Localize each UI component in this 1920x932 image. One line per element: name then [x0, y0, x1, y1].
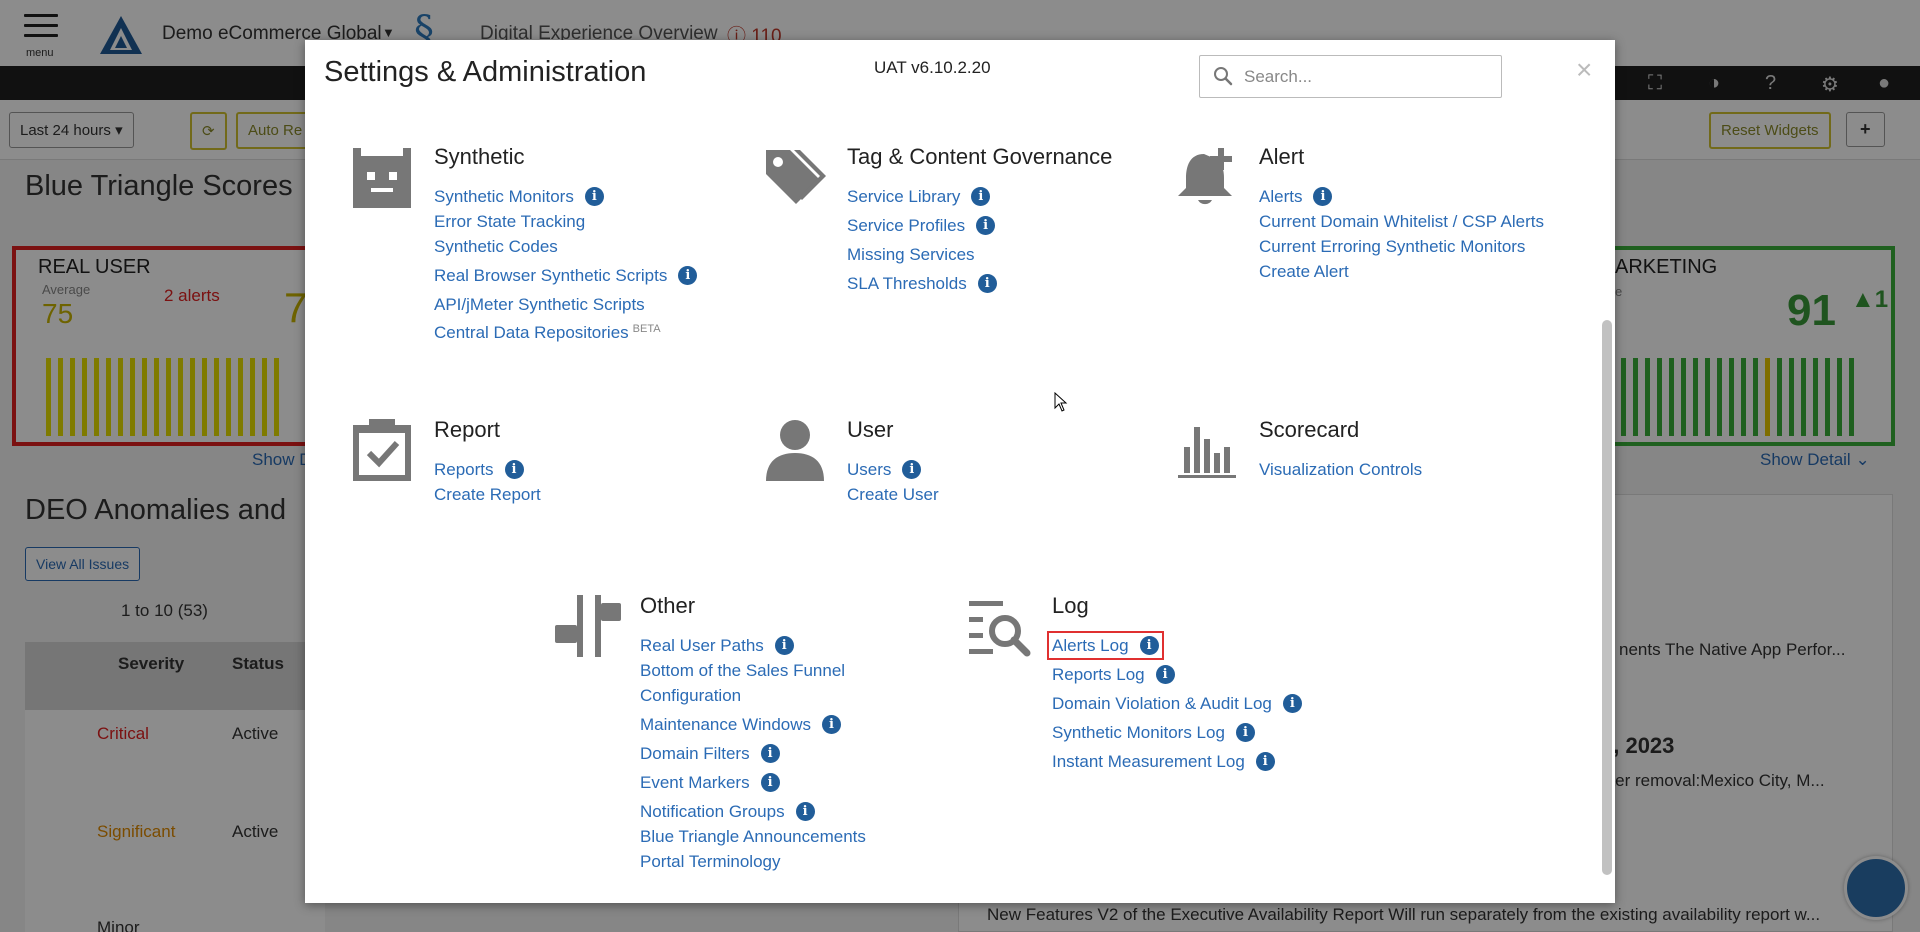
- section-title: Log: [1052, 593, 1089, 618]
- alert-links: Alerts i Current Domain Whitelist / CSP A…: [1259, 184, 1615, 284]
- modal-scrollbar[interactable]: [1602, 320, 1612, 875]
- section-title: Scorecard: [1259, 417, 1360, 442]
- info-icon[interactable]: i: [504, 460, 524, 479]
- central-data-repositories-link[interactable]: Central Data Repositories BETA: [434, 317, 834, 345]
- section-title: Other: [640, 593, 696, 618]
- info-icon[interactable]: i: [584, 187, 604, 206]
- link-label: Reports Log: [1052, 665, 1145, 684]
- link-label: Central Data Repositories: [434, 323, 629, 342]
- link-label: Reports: [434, 460, 494, 479]
- instant-measurement-log-link[interactable]: Instant Measurement Log i: [1052, 749, 1452, 774]
- beta-badge: BETA: [632, 323, 661, 335]
- mouse-cursor-icon: [1054, 392, 1068, 412]
- maintenance-windows-link[interactable]: Maintenance Windows i: [640, 712, 1040, 737]
- info-icon[interactable]: i: [1255, 752, 1275, 771]
- info-icon[interactable]: i: [795, 802, 815, 821]
- log-links: Alerts Log i Reports Log i Domain Violatio…: [1047, 631, 1452, 774]
- info-icon[interactable]: i: [1282, 694, 1302, 713]
- info-icon[interactable]: i: [678, 266, 698, 285]
- alerts-link[interactable]: Alerts i: [1259, 184, 1615, 209]
- link-label: SLA Thresholds: [847, 274, 967, 293]
- info-icon[interactable]: i: [760, 744, 780, 763]
- link-label: Notification Groups: [640, 802, 785, 821]
- bar-chart-icon: [1178, 427, 1236, 478]
- sla-thresholds-link[interactable]: SLA Thresholds i: [847, 271, 1247, 296]
- domain-filters-link[interactable]: Domain Filters i: [640, 741, 1040, 766]
- erroring-synthetic-monitors-link[interactable]: Current Erroring Synthetic Monitors: [1259, 234, 1615, 259]
- api-jmeter-scripts-link[interactable]: API/jMeter Synthetic Scripts: [434, 292, 834, 317]
- link-label: Synthetic Monitors: [434, 187, 574, 206]
- link-label: Domain Filters: [640, 744, 750, 763]
- link-label: Maintenance Windows: [640, 715, 812, 734]
- robot-icon: [353, 148, 411, 208]
- search-icon: [1214, 67, 1233, 86]
- visualization-controls-link[interactable]: Visualization Controls: [1259, 457, 1615, 482]
- info-icon[interactable]: i: [774, 636, 794, 655]
- service-profiles-link[interactable]: Service Profiles i: [847, 213, 1247, 238]
- link-label: Instant Measurement Log: [1052, 752, 1245, 771]
- info-icon[interactable]: i: [1313, 187, 1333, 206]
- missing-services-link[interactable]: Missing Services: [847, 242, 1247, 267]
- scorecard-links: Visualization Controls: [1259, 457, 1615, 482]
- link-label: Service Library: [847, 187, 961, 206]
- sliders-icon: [555, 595, 621, 657]
- search-input[interactable]: [1244, 56, 1494, 97]
- error-state-tracking-link[interactable]: Error State Tracking: [434, 209, 834, 234]
- section-title: Report: [434, 417, 501, 442]
- version-label: UAT v6.10.2.20: [874, 58, 991, 77]
- alerts-log-link[interactable]: Alerts Log i: [1047, 631, 1452, 660]
- domain-whitelist-link[interactable]: Current Domain Whitelist / CSP Alerts: [1259, 209, 1615, 234]
- info-icon[interactable]: i: [1155, 665, 1175, 684]
- event-markers-link[interactable]: Event Markers i: [640, 770, 1040, 795]
- info-icon[interactable]: i: [976, 216, 996, 235]
- tags-icon: [766, 150, 826, 204]
- section-title: User: [847, 417, 894, 442]
- settings-modal: Settings & Administration UAT v6.10.2.20…: [305, 40, 1615, 903]
- link-label: Alerts Log: [1052, 636, 1129, 655]
- portal-terminology-link[interactable]: Portal Terminology: [640, 849, 1040, 874]
- bell-plus-icon: [1178, 148, 1232, 205]
- info-icon[interactable]: i: [977, 274, 997, 293]
- close-icon[interactable]: ×: [1576, 56, 1592, 84]
- other-links: Real User Paths i Bottom of the Sales Fun…: [640, 633, 1040, 874]
- user-icon: [766, 420, 824, 481]
- info-icon[interactable]: i: [760, 773, 780, 792]
- reports-log-link[interactable]: Reports Log i: [1052, 662, 1452, 687]
- link-label: Domain Violation & Audit Log: [1052, 694, 1272, 713]
- link-label: Real Browser Synthetic Scripts: [434, 266, 668, 285]
- info-icon[interactable]: i: [1235, 723, 1255, 742]
- create-alert-link[interactable]: Create Alert: [1259, 259, 1615, 284]
- highlighted-alerts-log[interactable]: Alerts Log i: [1047, 631, 1164, 660]
- link-label: Synthetic Monitors Log: [1052, 723, 1225, 742]
- notification-groups-link[interactable]: Notification Groups i: [640, 799, 1040, 824]
- configuration-link[interactable]: Configuration: [640, 683, 1040, 708]
- link-label: Real User Paths: [640, 636, 764, 655]
- clipboard-check-icon: [353, 419, 411, 481]
- info-icon[interactable]: i: [902, 460, 922, 479]
- announcements-link[interactable]: Blue Triangle Announcements: [640, 824, 1040, 849]
- info-icon[interactable]: i: [822, 715, 842, 734]
- synthetic-monitors-log-link[interactable]: Synthetic Monitors Log i: [1052, 720, 1452, 745]
- link-label: Service Profiles: [847, 216, 966, 235]
- info-icon[interactable]: i: [1139, 636, 1159, 655]
- link-label: Users: [847, 460, 892, 479]
- sales-funnel-link[interactable]: Bottom of the Sales Funnel: [640, 658, 1040, 683]
- real-browser-scripts-link[interactable]: Real Browser Synthetic Scripts i: [434, 263, 834, 288]
- link-label: Event Markers: [640, 773, 750, 792]
- domain-violation-audit-log-link[interactable]: Domain Violation & Audit Log i: [1052, 691, 1452, 716]
- section-title: Alert: [1259, 144, 1305, 169]
- section-title: Synthetic: [434, 144, 525, 169]
- info-icon[interactable]: i: [971, 187, 991, 206]
- link-label: Alerts: [1259, 187, 1303, 206]
- create-user-link[interactable]: Create User: [847, 482, 1247, 507]
- log-search-icon: [969, 601, 1031, 657]
- section-title: Tag & Content Governance: [847, 144, 1113, 169]
- search-box[interactable]: [1199, 55, 1502, 98]
- synthetic-codes-link[interactable]: Synthetic Codes: [434, 234, 834, 259]
- create-report-link[interactable]: Create Report: [434, 482, 834, 507]
- modal-title: Settings & Administration: [324, 56, 647, 88]
